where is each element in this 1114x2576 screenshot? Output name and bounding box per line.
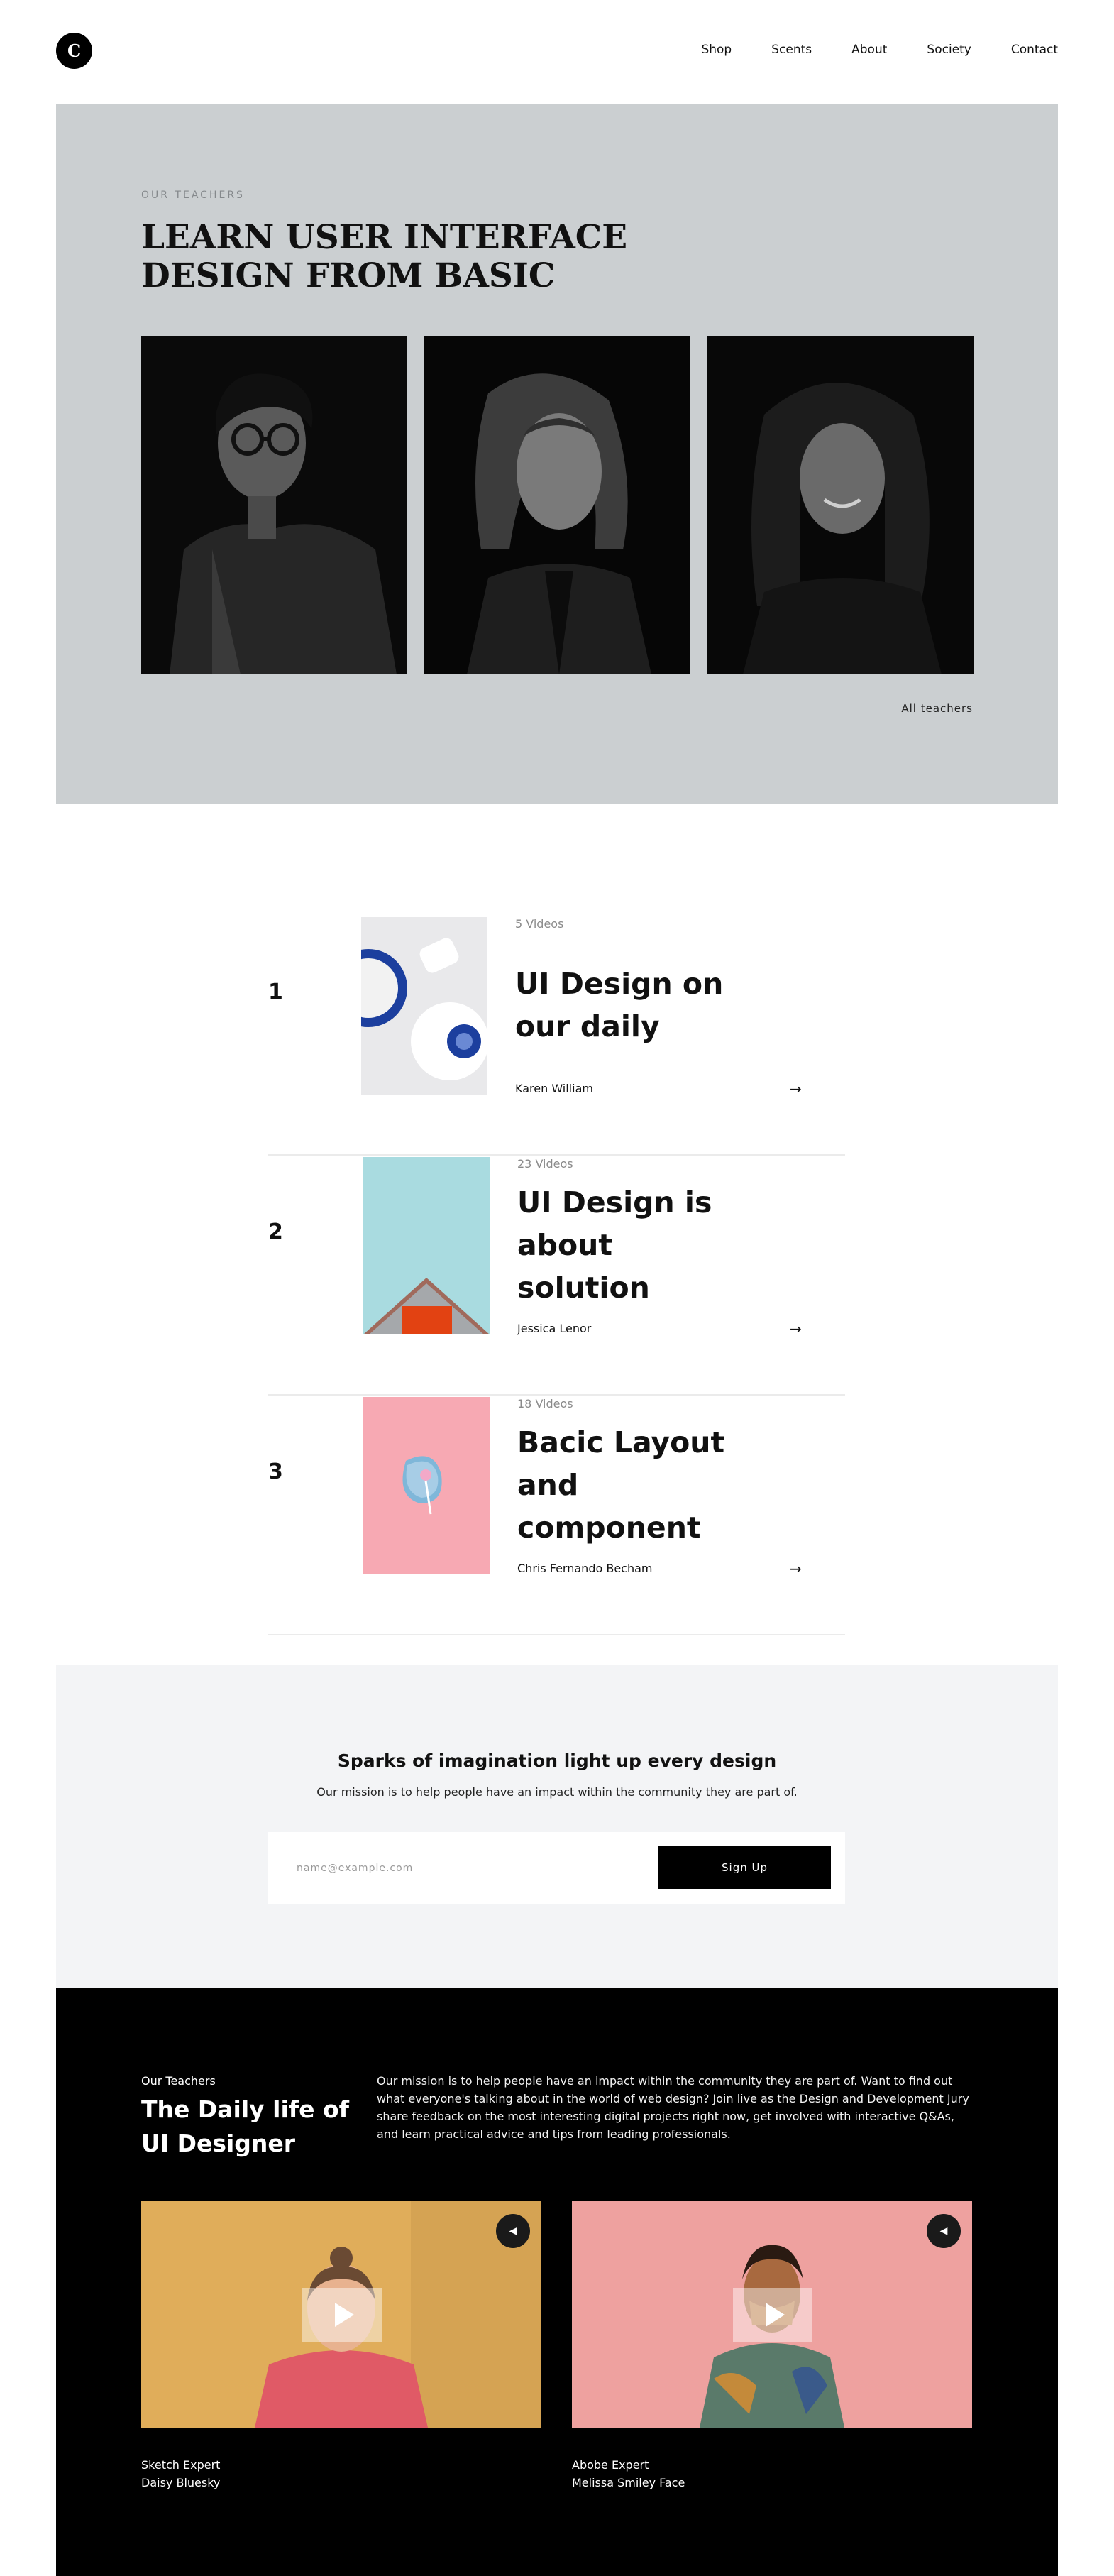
daily-life-section: Our Teachers The Daily life of UI Design… bbox=[56, 1988, 1058, 2576]
all-teachers-link[interactable]: All teachers bbox=[901, 702, 973, 715]
volume-icon[interactable]: ◀ bbox=[496, 2214, 530, 2248]
newsletter-section: Sparks of imagination light up every des… bbox=[56, 1665, 1058, 1988]
course-title[interactable]: Bacic Layout and component bbox=[517, 1421, 730, 1549]
course-author: Chris Fernando Becham bbox=[517, 1562, 653, 1575]
course-thumbnail[interactable] bbox=[363, 1157, 490, 1334]
play-icon bbox=[334, 2303, 354, 2327]
nav-society[interactable]: Society bbox=[927, 43, 971, 57]
volume-icon[interactable]: ◀ bbox=[927, 2214, 961, 2248]
arrow-right-icon[interactable]: → bbox=[790, 1320, 802, 1337]
video-player-1[interactable]: ◀ bbox=[141, 2201, 541, 2428]
teacher-name: Daisy Bluesky bbox=[141, 2476, 221, 2489]
play-icon bbox=[765, 2303, 785, 2327]
nav-shop[interactable]: Shop bbox=[701, 43, 732, 57]
play-button[interactable] bbox=[733, 2288, 812, 2342]
nav-scents[interactable]: Scents bbox=[771, 43, 812, 57]
course-author: Karen William bbox=[515, 1082, 593, 1095]
course-title[interactable]: UI Design is about solution bbox=[517, 1181, 730, 1309]
teacher-photo-3[interactable] bbox=[707, 336, 974, 674]
video-caption-1: Sketch Expert Daisy Bluesky bbox=[141, 2456, 220, 2492]
teacher-photo-1[interactable] bbox=[141, 336, 407, 674]
course-title[interactable]: UI Design on our daily bbox=[515, 963, 728, 1048]
teacher-name: Melissa Smiley Face bbox=[572, 2476, 685, 2489]
course-thumbnail[interactable] bbox=[363, 1397, 490, 1574]
daily-description: Our mission is to help people have an im… bbox=[377, 2074, 969, 2141]
email-field[interactable] bbox=[297, 1859, 637, 1878]
video-player-2[interactable]: ◀ bbox=[572, 2201, 972, 2428]
newsletter-text: Our mission is to help people have an im… bbox=[316, 1785, 798, 1799]
teacher-role: Sketch Expert bbox=[141, 2458, 221, 2472]
hero-eyebrow: OUR TEACHERS bbox=[141, 190, 245, 201]
course-number: 2 bbox=[268, 1220, 283, 1244]
nav-about[interactable]: About bbox=[851, 43, 887, 57]
course-item[interactable]: 2 23 Videos UI Design is about solution … bbox=[268, 1156, 845, 1396]
newsletter-heading: Sparks of imagination light up every des… bbox=[337, 1750, 777, 1771]
newsletter-form: Sign Up bbox=[268, 1832, 845, 1904]
sign-up-button[interactable]: Sign Up bbox=[658, 1846, 831, 1889]
course-video-count: 5 Videos bbox=[515, 917, 564, 931]
teacher-photo-2[interactable] bbox=[424, 336, 690, 674]
course-number: 1 bbox=[268, 980, 283, 1004]
video-caption-2: Abobe Expert Melissa Smiley Face bbox=[572, 2456, 685, 2492]
course-item[interactable]: 3 18 Videos Bacic Layout and component C… bbox=[268, 1396, 845, 1635]
course-author: Jessica Lenor bbox=[517, 1322, 592, 1335]
course-number: 3 bbox=[268, 1459, 283, 1484]
main-nav: Shop Scents About Society Contact bbox=[701, 43, 1058, 57]
daily-eyebrow: Our Teachers bbox=[141, 2074, 216, 2088]
daily-title: The Daily life of UI Designer bbox=[141, 2095, 350, 2157]
course-video-count: 18 Videos bbox=[517, 1397, 573, 1410]
course-video-count: 23 Videos bbox=[517, 1157, 573, 1171]
play-button[interactable] bbox=[302, 2288, 382, 2342]
teachers-hero: OUR TEACHERS LEARN USER INTERFACE DESIGN… bbox=[56, 104, 1058, 804]
course-thumbnail[interactable] bbox=[361, 917, 487, 1095]
hero-title: LEARN USER INTERFACE DESIGN FROM BASIC bbox=[141, 218, 628, 295]
course-item[interactable]: 1 5 Videos UI Design on our daily Karen … bbox=[268, 916, 845, 1156]
arrow-right-icon[interactable]: → bbox=[790, 1560, 802, 1577]
nav-contact[interactable]: Contact bbox=[1011, 43, 1058, 57]
arrow-right-icon[interactable]: → bbox=[790, 1080, 802, 1097]
teacher-role: Abobe Expert bbox=[572, 2458, 649, 2472]
logo[interactable]: C bbox=[56, 33, 92, 69]
